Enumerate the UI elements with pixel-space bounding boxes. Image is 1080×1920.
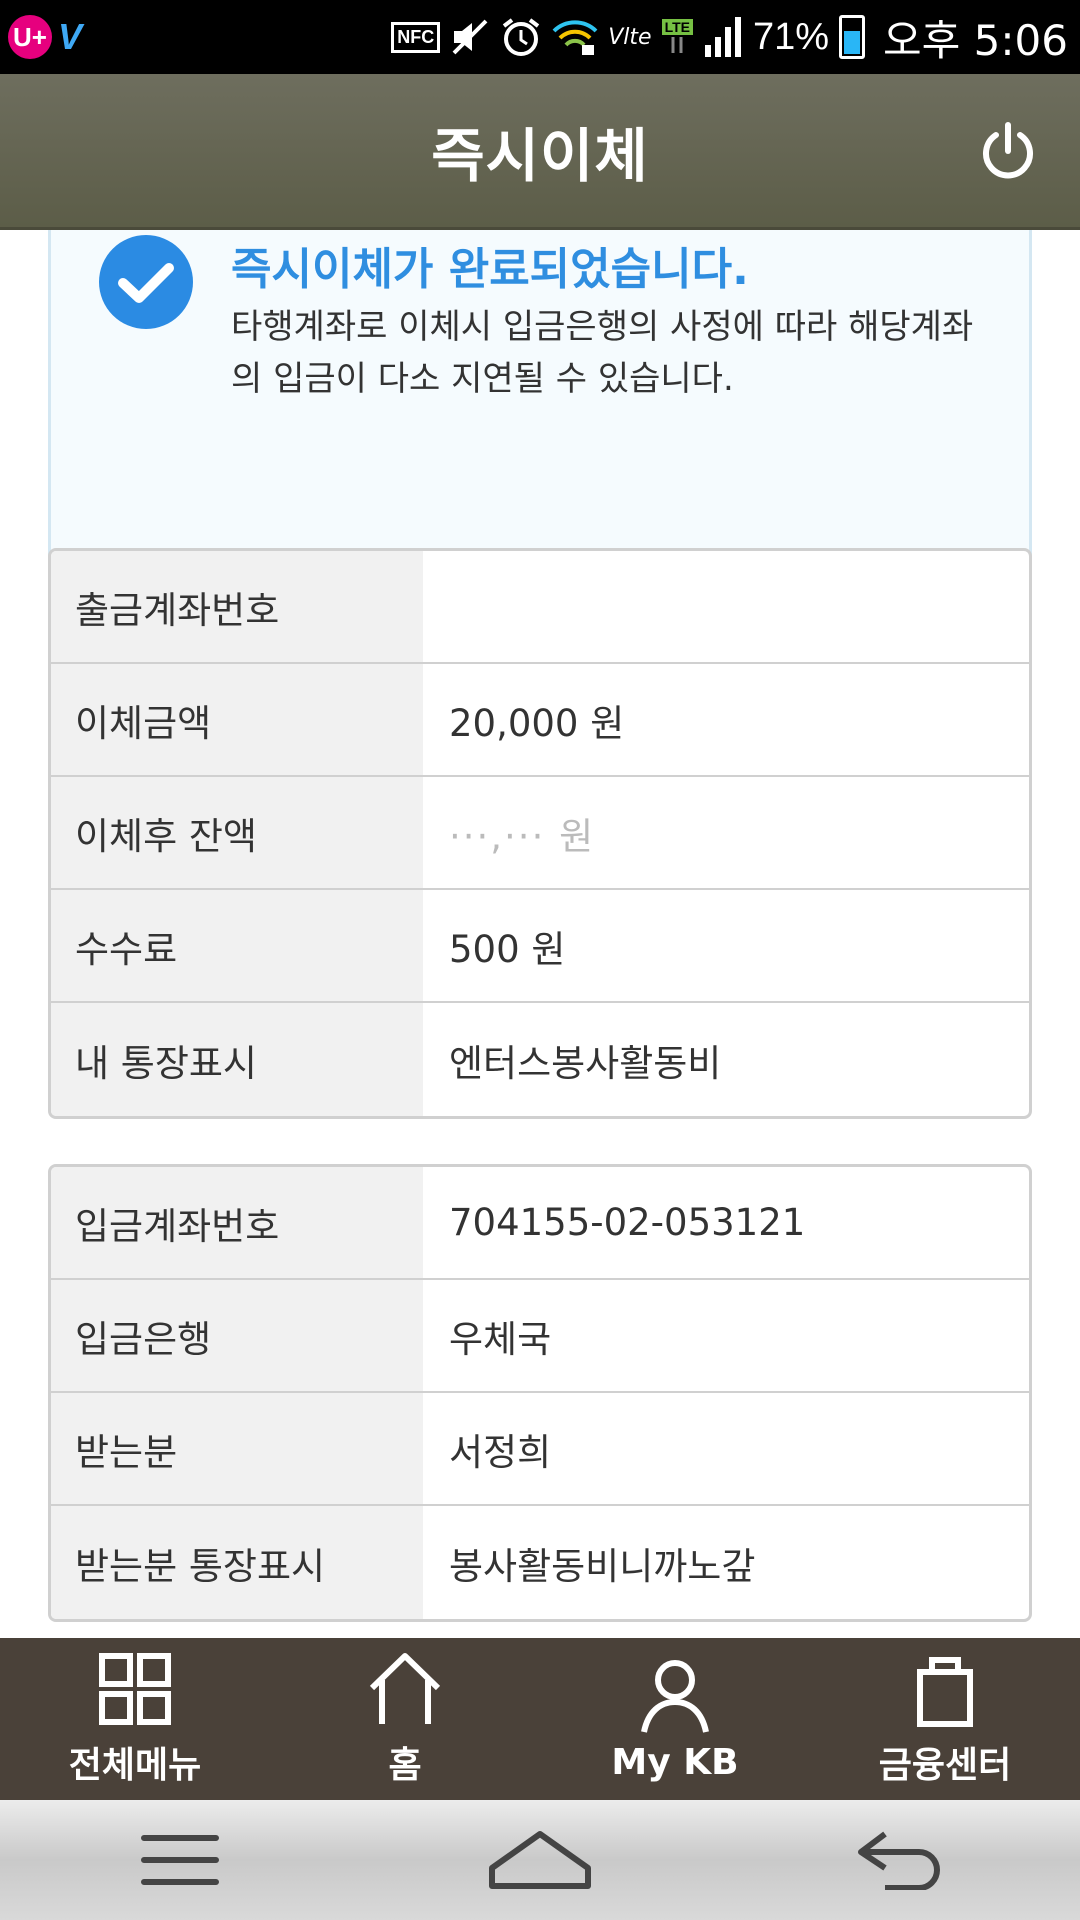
nav-finance-center[interactable]: 금융센터 xyxy=(810,1638,1080,1800)
signal-icon xyxy=(703,15,743,59)
nav-my-kb[interactable]: My KB xyxy=(540,1638,810,1800)
battery-percent: 71% xyxy=(752,15,830,58)
clock: 오후 5:06 xyxy=(883,15,1068,65)
table-row: 받는분 서정희 xyxy=(51,1393,1029,1506)
notice-title: 즉시이체가 완료되었습니다. xyxy=(231,244,749,295)
power-icon xyxy=(983,121,1033,178)
nav-all-menu[interactable]: 전체메뉴 xyxy=(0,1638,270,1800)
volte-label: Vlte xyxy=(608,24,652,50)
row-value: 엔터스봉사활동비 xyxy=(449,1041,722,1085)
table-row: 수수료 500 원 xyxy=(51,890,1029,1003)
network-logo: V xyxy=(58,16,83,57)
row-label: 받는분 xyxy=(51,1393,423,1504)
lte-badge: LTE xyxy=(661,19,693,35)
notice-description: 타행계좌로 이체시 입금은행의 사정에 따라 해당계좌의 입금이 다소 지연될 … xyxy=(231,307,974,399)
alarm-icon xyxy=(500,16,542,58)
battery-fill xyxy=(844,31,861,54)
nfc-icon: NFC xyxy=(391,21,441,53)
logout-button[interactable] xyxy=(976,119,1040,183)
row-value: ···,··· 원 xyxy=(449,814,596,858)
wifi-lock-icon xyxy=(552,17,598,57)
table-row: 입금계좌번호 704155-02-053121 xyxy=(51,1167,1029,1280)
row-label: 수수료 xyxy=(51,890,423,1001)
table-row: 이체금액 20,000 원 xyxy=(51,664,1029,777)
table-row: 입금은행 우체국 xyxy=(51,1280,1029,1393)
row-value: 20,000 원 xyxy=(449,701,625,745)
recipient-info-table: 입금계좌번호 704155-02-053121 입금은행 우체국 받는분 서정희… xyxy=(48,1164,1032,1622)
nav-label: 전체메뉴 xyxy=(68,1745,202,1786)
table-row: 이체후 잔액 ···,··· 원 xyxy=(51,777,1029,890)
row-value: 500 원 xyxy=(449,927,566,971)
row-label: 받는분 통장표시 xyxy=(51,1506,423,1619)
row-label: 내 통장표시 xyxy=(51,1003,423,1116)
row-value: 704155-02-053121 xyxy=(449,1201,806,1244)
row-value: 봉사활동비니까노갚 xyxy=(449,1544,756,1588)
row-label: 이체금액 xyxy=(51,664,423,775)
row-label: 출금계좌번호 xyxy=(51,551,423,662)
table-row: 받는분 통장표시 봉사활동비니까노갚 xyxy=(51,1506,1029,1619)
row-label: 이체후 잔액 xyxy=(51,777,423,888)
back-icon xyxy=(858,1831,940,1890)
system-nav-bar xyxy=(0,1800,1080,1920)
transfer-info-table: 출금계좌번호 이체금액 20,000 원 이체후 잔액 ···,··· 원 수수… xyxy=(48,548,1032,1119)
row-label: 입금은행 xyxy=(51,1280,423,1391)
row-value xyxy=(423,551,1029,662)
check-icon xyxy=(97,233,195,331)
lte-icon: LTE xyxy=(661,19,693,55)
home-icon xyxy=(369,1653,441,1724)
person-icon xyxy=(641,1659,709,1733)
mute-icon xyxy=(450,17,490,57)
menu-icon xyxy=(141,1835,219,1885)
status-bar: U+ V NFC Vlte LTE 71% 오후 5:06 xyxy=(0,0,1080,74)
system-home-button[interactable] xyxy=(485,1820,595,1900)
home-outline-icon xyxy=(489,1831,591,1889)
row-label: 입금계좌번호 xyxy=(51,1167,423,1278)
back-button[interactable] xyxy=(845,1820,955,1900)
nav-label: 금융센터 xyxy=(878,1745,1012,1786)
carrier-logo: U+ V xyxy=(8,15,82,59)
table-row: 내 통장표시 엔터스봉사활동비 xyxy=(51,1003,1029,1116)
table-row: 출금계좌번호 xyxy=(51,551,1029,664)
app-header: 즉시이체 xyxy=(0,74,1080,230)
row-value: 우체국 xyxy=(449,1317,552,1361)
row-value: 서정희 xyxy=(449,1430,552,1474)
menu-button[interactable] xyxy=(125,1820,235,1900)
carrier-u-plus-logo: U+ xyxy=(8,15,52,59)
shopping-bag-icon xyxy=(917,1657,973,1727)
nav-label: 홈 xyxy=(388,1745,422,1786)
content-area[interactable]: 즉시이체가 완료되었습니다. 타행계좌로 이체시 입금은행의 사정에 따라 해당… xyxy=(0,230,1080,1638)
page-title: 즉시이체 xyxy=(431,121,649,190)
battery-icon xyxy=(839,15,866,59)
bottom-nav: 전체메뉴 홈 My KB 금융센터 xyxy=(0,1638,1080,1800)
nav-home[interactable]: 홈 xyxy=(270,1638,540,1800)
grid-menu-icon xyxy=(99,1653,171,1725)
nav-label: My KB xyxy=(611,1741,739,1783)
